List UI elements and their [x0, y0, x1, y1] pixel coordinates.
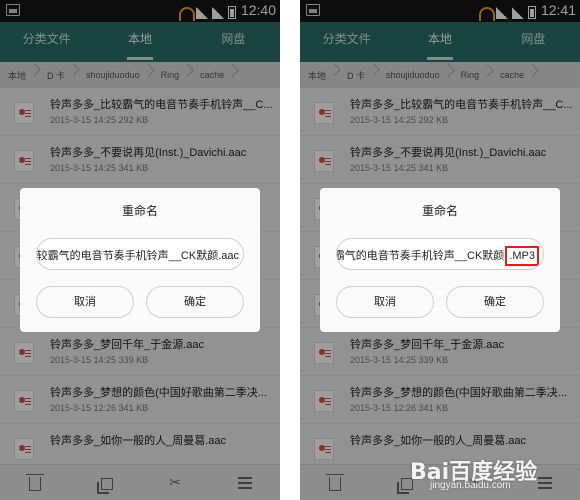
- confirm-button[interactable]: 确定: [446, 286, 544, 318]
- filename-text: ;较霸气的电音节奏手机铃声__CK默颜.aac: [36, 250, 239, 262]
- rename-input[interactable]: ;较霸气的电音节奏手机铃声__CK默颜.aac: [36, 238, 244, 270]
- filename-text: 较霸气的电音节奏手机铃声__CK默颜: [336, 250, 505, 262]
- dialog-title: 重命名: [121, 204, 158, 218]
- cancel-button[interactable]: 取消: [36, 286, 134, 318]
- baidu-watermark: Bai百度经验 jingyan.baidu.com: [410, 454, 570, 494]
- confirm-button[interactable]: 确定: [146, 286, 244, 318]
- rename-input[interactable]: 较霸气的电音节奏手机铃声__CK默颜 .MP3: [336, 238, 544, 270]
- rename-input-text: ;较霸气的电音节奏手机铃声__CK默颜.aac: [36, 247, 239, 263]
- rename-dialog: 重命名 较霸气的电音节奏手机铃声__CK默颜 .MP3 取消 确定: [320, 188, 560, 332]
- phone-screen-after: 12:41 分类文件 本地 网盘 本地 D 卡 shoujiduoduo Rin…: [300, 0, 580, 500]
- rename-input-text: 较霸气的电音节奏手机铃声__CK默颜 .MP3: [336, 246, 539, 266]
- rename-dialog: 重命名 ;较霸气的电音节奏手机铃声__CK默颜.aac 取消 确定: [20, 188, 260, 332]
- screenshot-pair: 12:40 分类文件 本地 网盘 本地 D 卡 shoujiduoduo Rin…: [0, 0, 580, 500]
- phone-screen-before: 12:40 分类文件 本地 网盘 本地 D 卡 shoujiduoduo Rin…: [0, 0, 280, 500]
- extension-highlight: .MP3: [505, 246, 539, 266]
- cancel-button[interactable]: 取消: [336, 286, 434, 318]
- dialog-title: 重命名: [421, 204, 458, 218]
- watermark-url: jingyan.baidu.com: [430, 480, 511, 491]
